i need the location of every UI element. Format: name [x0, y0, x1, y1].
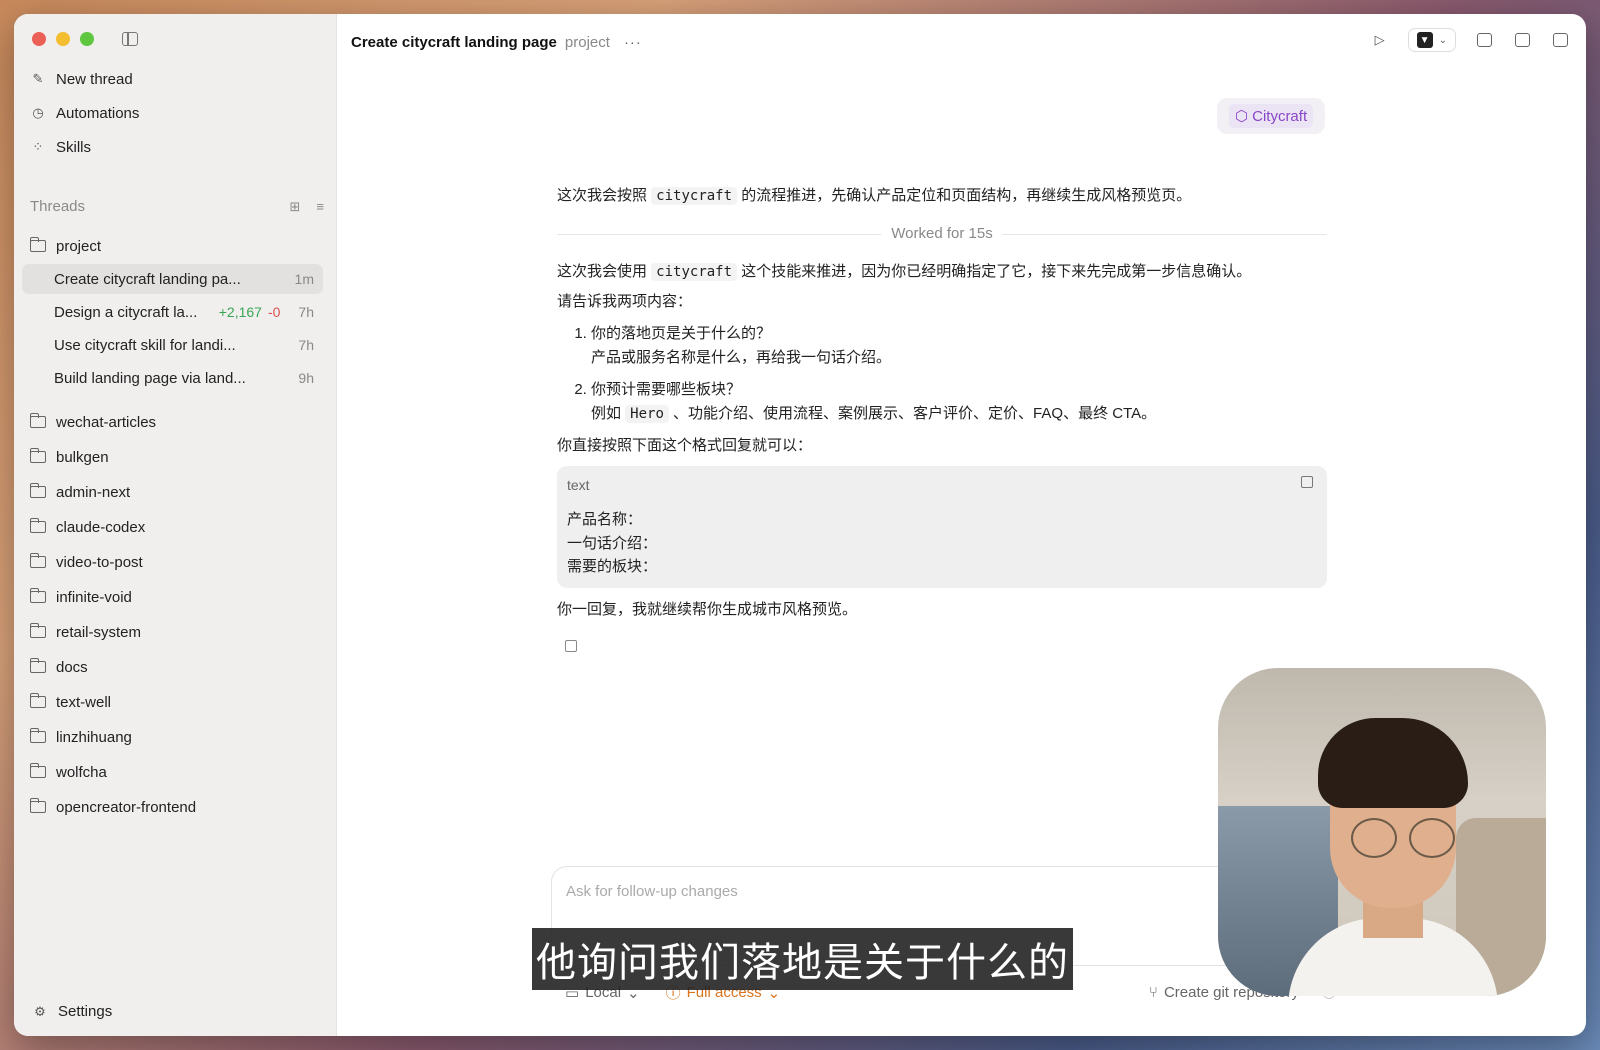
- folder-item[interactable]: text-well: [29, 690, 111, 714]
- filter-icon[interactable]: ≡: [316, 199, 324, 215]
- grid-icon: ⁘: [32, 139, 44, 154]
- settings-button[interactable]: ⚙ Settings: [32, 1003, 112, 1020]
- lines-removed: -0: [267, 304, 281, 320]
- gear-icon: ⚙: [34, 1003, 46, 1019]
- folder-item[interactable]: wolfcha: [29, 760, 107, 784]
- folder-project[interactable]: project: [29, 234, 101, 258]
- folder-icon: [29, 763, 46, 778]
- code-line: 一句话介绍：: [567, 534, 658, 552]
- folder-icon: [29, 448, 46, 463]
- assistant-message: 这次我会按照 citycraft 的流程推进，先确认产品定位和页面结构，再继续生…: [557, 184, 1327, 653]
- sidebar: ✎ New thread ◷ Automations ⁘ Skills Thre…: [14, 14, 337, 1036]
- project-label[interactable]: project: [565, 34, 610, 51]
- chevron-down-icon: ⌄: [1438, 34, 1447, 46]
- folder-item[interactable]: docs: [29, 655, 88, 679]
- folder-icon: [29, 623, 46, 638]
- header-actions: ▷ ▼ ⌄: [1370, 28, 1570, 52]
- composer-placeholder: Ask for follow-up changes: [566, 883, 738, 900]
- minimize-window-button[interactable]: [56, 32, 70, 46]
- lines-added: +2,167: [218, 304, 262, 320]
- new-folder-icon[interactable]: ⊞: [290, 199, 301, 215]
- code-line: 产品名称：: [567, 511, 643, 529]
- window-controls: [32, 32, 94, 46]
- threads-label: Threads: [30, 198, 86, 215]
- folder-icon: [29, 483, 46, 498]
- git-branch-icon: ⑂: [1148, 984, 1158, 1001]
- webcam-overlay: [1218, 668, 1546, 996]
- folder-item[interactable]: opencreator-frontend: [29, 795, 196, 819]
- diff-icon[interactable]: [1512, 30, 1532, 50]
- code-line: 需要的板块：: [567, 557, 658, 575]
- thread-item[interactable]: Build landing page via land... 9h: [22, 363, 323, 393]
- folder-item[interactable]: linzhihuang: [29, 725, 132, 749]
- copy-icon[interactable]: [1301, 476, 1313, 488]
- paragraph: 你直接按照下面这个格式回复就可以：: [557, 437, 813, 454]
- folder-icon: [29, 413, 46, 428]
- paragraph: 你一回复，我就继续帮你生成城市风格预览。: [557, 601, 858, 619]
- folder-icon: [29, 693, 46, 708]
- folder-open-icon: [29, 237, 46, 252]
- more-options-icon[interactable]: ···: [624, 34, 642, 51]
- folder-icon: [29, 518, 46, 533]
- folder-item[interactable]: retail-system: [29, 620, 141, 644]
- header: Create citycraft landing page project ··…: [351, 28, 1570, 56]
- clock-icon: ◷: [32, 105, 44, 120]
- folder-item[interactable]: wechat-articles: [29, 410, 156, 434]
- folder-icon: [29, 553, 46, 568]
- folder-item[interactable]: video-to-post: [29, 550, 143, 574]
- run-icon[interactable]: ▷: [1370, 30, 1390, 50]
- folder-icon: [29, 798, 46, 813]
- worked-divider[interactable]: Worked for 15s: [557, 222, 1327, 246]
- page-title: Create citycraft landing page: [351, 33, 557, 51]
- thread-item[interactable]: Design a citycraft la... +2,167 -0 7h: [22, 297, 323, 327]
- folder-icon: [29, 658, 46, 673]
- new-thread-button[interactable]: ✎ New thread: [30, 66, 133, 92]
- split-view-icon[interactable]: [1550, 30, 1570, 50]
- folder-icon: [29, 728, 46, 743]
- folder-icon: [29, 588, 46, 603]
- sidebar-toggle-icon[interactable]: [122, 32, 138, 46]
- folder-item[interactable]: infinite-void: [29, 585, 132, 609]
- open-in-app-picker[interactable]: ▼ ⌄: [1407, 28, 1456, 52]
- cube-icon: ⬡: [1235, 108, 1249, 125]
- code-block: text 产品名称： 一句话介绍： 需要的板块：: [557, 466, 1327, 589]
- question-list: 你的落地页是关于什么的？ 产品或服务名称是什么，再给我一句话介绍。 你预计需要哪…: [591, 322, 1327, 426]
- list-item: 你的落地页是关于什么的？ 产品或服务名称是什么，再给我一句话介绍。: [591, 322, 1327, 370]
- close-window-button[interactable]: [32, 32, 46, 46]
- threads-header: Threads ⊞ ≡: [30, 198, 324, 215]
- folder-item[interactable]: bulkgen: [29, 445, 109, 469]
- folder-item[interactable]: admin-next: [29, 480, 130, 504]
- automations-button[interactable]: ◷ Automations: [30, 100, 139, 126]
- list-item: 你预计需要哪些板块？ 例如 Hero 、功能介绍、使用流程、案例展示、客户评价、…: [591, 378, 1327, 426]
- intro-text: 这次我会按照 citycraft 的流程推进，先确认产品定位和页面结构，再继续生…: [557, 187, 1192, 205]
- terminal-icon[interactable]: [1474, 30, 1494, 50]
- edit-icon: ✎: [32, 71, 44, 86]
- folder-item[interactable]: claude-codex: [29, 515, 145, 539]
- zoom-window-button[interactable]: [80, 32, 94, 46]
- thread-item[interactable]: Use citycraft skill for landi... 7h: [22, 330, 323, 360]
- copy-message-icon[interactable]: [565, 640, 577, 653]
- code-language: text: [567, 477, 590, 493]
- video-subtitle: 他询问我们落地是关于什么的: [532, 928, 1073, 990]
- paragraph: 这次我会使用 citycraft 这个技能来推进，因为你已经明确指定了它，接下来…: [557, 263, 1252, 281]
- skill-chip: ⬡ Citycraft: [1217, 98, 1326, 134]
- paragraph: 请告诉我两项内容：: [557, 293, 693, 310]
- thread-item[interactable]: Create citycraft landing pa... 1m: [22, 264, 323, 294]
- skills-button[interactable]: ⁘ Skills: [30, 134, 91, 160]
- app-logo-icon: ▼: [1416, 32, 1433, 48]
